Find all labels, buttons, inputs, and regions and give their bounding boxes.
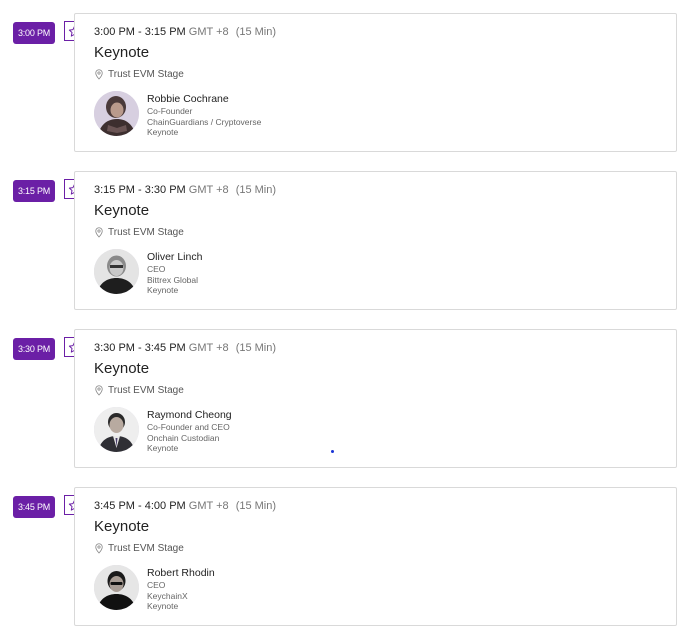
session-venue: Trust EVM Stage (94, 69, 184, 80)
time-badge: 3:30 PM (13, 338, 55, 360)
speaker-photo (94, 249, 139, 294)
speaker-role: CEO (147, 264, 166, 274)
speaker-type: Keynote (147, 127, 179, 137)
speaker-name[interactable]: Robbie Cochrane (147, 93, 261, 106)
session-slot: 3:15 PM 3:15 PM - 3:30 PM GMT +8 (15 Min… (0, 171, 687, 311)
speaker-name[interactable]: Raymond Cheong (147, 409, 232, 422)
venue-label: Trust EVM Stage (108, 69, 184, 80)
avatar (94, 407, 139, 452)
location-pin-icon (95, 385, 103, 396)
location-pin-icon (95, 69, 103, 80)
session-schedule: 3:00 PM 3:00 PM - 3:15 PM GMT +8 (15 Min… (0, 0, 687, 634)
venue-label: Trust EVM Stage (108, 385, 184, 396)
cursor-dot (331, 450, 334, 453)
session-venue: Trust EVM Stage (94, 543, 184, 554)
time-badge: 3:45 PM (13, 496, 55, 518)
timezone: GMT +8 (188, 342, 229, 354)
session-slot: 3:30 PM 3:30 PM - 3:45 PM GMT +8 (15 Min… (0, 329, 687, 469)
time-range: 3:15 PM - 3:30 PM (94, 184, 186, 196)
speaker[interactable]: Robert Rhodin CEO KeychainX Keynote (94, 565, 215, 612)
venue-label: Trust EVM Stage (108, 543, 184, 554)
speaker-info: Robbie Cochrane Co-Founder ChainGuardian… (147, 93, 261, 138)
speaker-company: KeychainX (147, 590, 188, 601)
session-time: 3:15 PM - 3:30 PM GMT +8 (15 Min) (94, 184, 276, 196)
venue-label: Trust EVM Stage (108, 227, 184, 238)
speaker[interactable]: Oliver Linch CEO Bittrex Global Keynote (94, 249, 202, 296)
speaker-company: ChainGuardians / Cryptoverse (147, 116, 262, 127)
speaker-name[interactable]: Robert Rhodin (147, 567, 215, 580)
speaker-company: Bittrex Global (147, 274, 199, 285)
speaker-name[interactable]: Oliver Linch (147, 251, 202, 264)
speaker-info: Oliver Linch CEO Bittrex Global Keynote (147, 251, 202, 296)
speaker-company: Onchain Custodian (147, 432, 220, 443)
avatar (94, 565, 139, 610)
speaker-role: CEO (147, 580, 166, 590)
speaker-photo (94, 407, 139, 452)
time-range: 3:00 PM - 3:15 PM (94, 26, 186, 38)
duration: (15 Min) (235, 26, 277, 38)
speaker-photo (94, 91, 139, 136)
speaker[interactable]: Robbie Cochrane Co-Founder ChainGuardian… (94, 91, 261, 138)
session-card[interactable]: 3:15 PM - 3:30 PM GMT +8 (15 Min) Keynot… (74, 171, 677, 310)
duration: (15 Min) (235, 342, 277, 354)
speaker-info: Raymond Cheong Co-Founder and CEO Onchai… (147, 409, 232, 454)
time-range: 3:30 PM - 3:45 PM (94, 342, 186, 354)
duration: (15 Min) (235, 500, 277, 512)
location-pin-icon (95, 543, 103, 554)
speaker-role: Co-Founder (147, 106, 193, 116)
timezone: GMT +8 (188, 500, 229, 512)
time-range: 3:45 PM - 4:00 PM (94, 500, 186, 512)
speaker-type: Keynote (147, 285, 179, 295)
timezone: GMT +8 (188, 184, 229, 196)
session-venue: Trust EVM Stage (94, 385, 184, 396)
session-card[interactable]: 3:45 PM - 4:00 PM GMT +8 (15 Min) Keynot… (74, 487, 677, 626)
time-badge: 3:15 PM (13, 180, 55, 202)
speaker-type: Keynote (147, 443, 179, 453)
session-title: Keynote (94, 360, 150, 377)
avatar (94, 91, 139, 136)
duration: (15 Min) (235, 184, 277, 196)
speaker[interactable]: Raymond Cheong Co-Founder and CEO Onchai… (94, 407, 232, 454)
session-title: Keynote (94, 518, 150, 535)
speaker-role: Co-Founder and CEO (147, 422, 230, 432)
session-time: 3:30 PM - 3:45 PM GMT +8 (15 Min) (94, 342, 276, 354)
timezone: GMT +8 (188, 26, 229, 38)
session-slot: 3:45 PM 3:45 PM - 4:00 PM GMT +8 (15 Min… (0, 487, 687, 627)
speaker-info: Robert Rhodin CEO KeychainX Keynote (147, 567, 215, 612)
session-time: 3:00 PM - 3:15 PM GMT +8 (15 Min) (94, 26, 276, 38)
session-card[interactable]: 3:30 PM - 3:45 PM GMT +8 (15 Min) Keynot… (74, 329, 677, 468)
speaker-type: Keynote (147, 601, 179, 611)
avatar (94, 249, 139, 294)
session-title: Keynote (94, 202, 150, 219)
time-badge: 3:00 PM (13, 22, 55, 44)
session-title: Keynote (94, 44, 150, 61)
session-slot: 3:00 PM 3:00 PM - 3:15 PM GMT +8 (15 Min… (0, 13, 687, 153)
session-card[interactable]: 3:00 PM - 3:15 PM GMT +8 (15 Min) Keynot… (74, 13, 677, 152)
session-time: 3:45 PM - 4:00 PM GMT +8 (15 Min) (94, 500, 276, 512)
speaker-photo (94, 565, 139, 610)
location-pin-icon (95, 227, 103, 238)
session-venue: Trust EVM Stage (94, 227, 184, 238)
